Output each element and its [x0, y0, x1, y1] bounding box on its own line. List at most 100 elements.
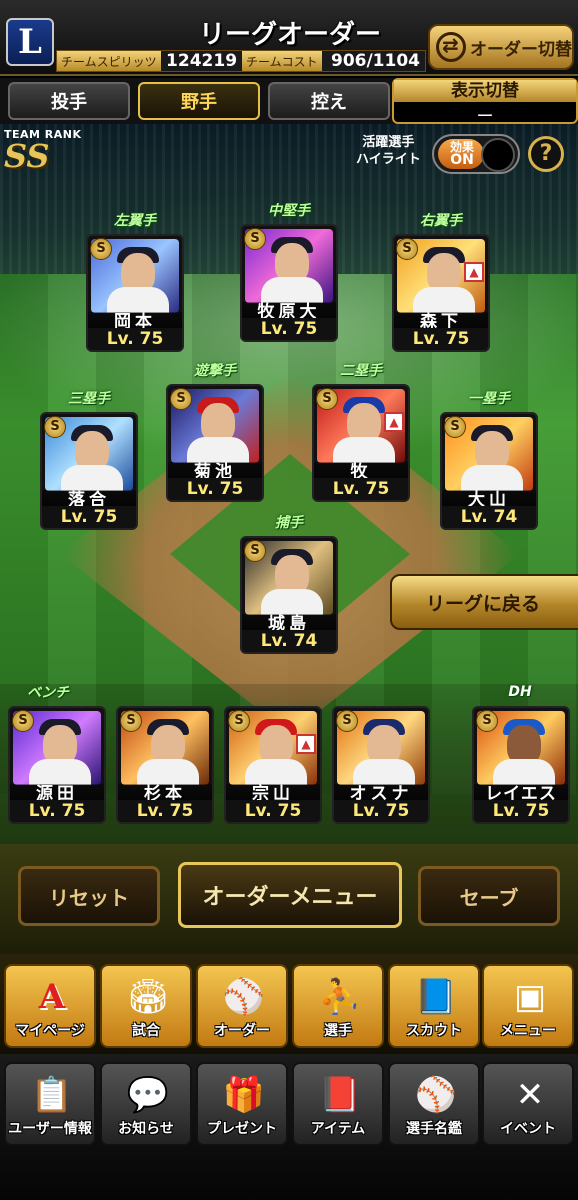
- news-icon: 💬: [126, 1075, 170, 1115]
- team-rank: TEAM RANK SS: [4, 128, 82, 175]
- position-label-lf: 左翼手: [114, 213, 156, 229]
- player-card-cf[interactable]: S 牧原大 Lv. 75: [240, 224, 338, 342]
- save-button[interactable]: セーブ: [418, 866, 560, 926]
- team-spirit-value: 124219: [160, 51, 243, 71]
- nav-news[interactable]: 💬 お知らせ: [100, 1062, 192, 1146]
- position-tabs: 投手 野手 控え 表示切替 ー: [0, 78, 578, 127]
- primary-nav: A マイページ 🏟 試合 ⚾ オーダー ⛹ 選手 📘 スカウト ▣ メニュー: [0, 954, 578, 1054]
- position-label-rf: 右翼手: [420, 213, 462, 229]
- team-spirit-label: チームスピリッツ: [61, 54, 157, 69]
- s-rank-badge: S: [396, 238, 418, 260]
- order-controls: リセット オーダーメニュー セーブ: [0, 844, 578, 954]
- s-rank-badge: S: [90, 238, 112, 260]
- order-switch-button[interactable]: オーダー切替: [428, 24, 574, 70]
- player-level: Lv. 75: [242, 318, 336, 340]
- player-card-catcher[interactable]: S 城島 Lv. 74: [240, 536, 338, 654]
- player-card-rf[interactable]: S ▲ 森下 Lv. 75: [392, 234, 490, 352]
- player-card-bench4[interactable]: S オスナ Lv. 75: [332, 706, 430, 824]
- nav-label: 選手名鑑: [406, 1121, 462, 1137]
- player-card-second[interactable]: S ▲ 牧 Lv. 75: [312, 384, 410, 502]
- nav-mypage[interactable]: A マイページ: [4, 964, 96, 1048]
- player-level: Lv. 75: [314, 478, 408, 500]
- stadium-icon: 🏟: [126, 977, 170, 1017]
- player-card-bench2[interactable]: S 杉本 Lv. 75: [116, 706, 214, 824]
- mypage-icon: A: [38, 977, 66, 1017]
- nav-label: スカウト: [406, 1023, 462, 1039]
- toggle-knob: [481, 138, 515, 172]
- nav-player[interactable]: ⛹ 選手: [292, 964, 384, 1048]
- highlight-label: 活躍選手 ハイライト: [356, 135, 421, 167]
- s-rank-badge: S: [244, 228, 266, 250]
- s-rank-badge: S: [444, 416, 466, 438]
- nav-label: 選手: [324, 1023, 352, 1039]
- nav-label: メニュー: [500, 1023, 556, 1039]
- tab-pitcher[interactable]: 投手: [8, 82, 130, 120]
- team-rank-value: SS: [4, 137, 50, 175]
- header-bar: L リーグオーダー チームスピリッツ 124219 チームコスト 906/110…: [0, 0, 578, 76]
- player-card-ss[interactable]: S 菊池 Lv. 75: [166, 384, 264, 502]
- player-card-first[interactable]: S 大山 Lv. 74: [440, 412, 538, 530]
- tab-fielder[interactable]: 野手: [138, 82, 260, 120]
- player-level: Lv. 75: [10, 800, 104, 822]
- s-rank-badge: S: [44, 416, 66, 438]
- effect-state: ON: [450, 152, 474, 168]
- team-cost-label: チームコスト: [246, 54, 318, 69]
- nav-label: 試合: [132, 1023, 160, 1039]
- player-level: Lv. 75: [474, 800, 568, 822]
- player-card-bench3[interactable]: S ▲ 宗山 Lv. 75: [224, 706, 322, 824]
- s-rank-badge: S: [316, 388, 338, 410]
- player-card-lf[interactable]: S 岡本 Lv. 75: [86, 234, 184, 352]
- nav-label: プレゼント: [207, 1121, 277, 1137]
- order-switch-label: オーダー切替: [470, 39, 572, 60]
- nav-label: オーダー: [214, 1023, 270, 1039]
- present-icon: 🎁: [222, 1075, 266, 1115]
- nav-order[interactable]: ⚾ オーダー: [196, 964, 288, 1048]
- reset-button[interactable]: リセット: [18, 866, 160, 926]
- player-level: Lv. 75: [334, 800, 428, 822]
- team-stats-bar: チームスピリッツ 124219 チームコスト 906/1104: [56, 50, 426, 72]
- return-to-league-button[interactable]: リーグに戻る: [390, 574, 578, 630]
- position-label-ss: 遊撃手: [194, 363, 236, 379]
- effect-toggle[interactable]: 効果 ON: [432, 134, 520, 174]
- level-up-icon: ▲: [296, 734, 316, 754]
- player-level: Lv. 75: [118, 800, 212, 822]
- nav-user-info[interactable]: 📋 ユーザー情報: [4, 1062, 96, 1146]
- page-title: リーグオーダー: [198, 20, 381, 50]
- nav-player-book[interactable]: ⚾ 選手名鑑: [388, 1062, 480, 1146]
- help-button[interactable]: ?: [528, 136, 564, 172]
- position-label-cf: 中堅手: [268, 203, 310, 219]
- menu-icon: ▣: [513, 977, 547, 1017]
- nav-scout[interactable]: 📘 スカウト: [388, 964, 480, 1048]
- display-switch-button[interactable]: 表示切替 ー: [392, 78, 578, 127]
- nav-label: アイテム: [310, 1121, 366, 1137]
- player-level: Lv. 75: [42, 506, 136, 528]
- position-label-dh: DH: [508, 684, 532, 700]
- s-rank-badge: S: [120, 710, 142, 732]
- s-rank-badge: S: [336, 710, 358, 732]
- tab-reserve[interactable]: 控え: [268, 82, 390, 120]
- player-card-dh[interactable]: S レイエス Lv. 75: [472, 706, 570, 824]
- order-menu-button[interactable]: オーダーメニュー: [178, 862, 402, 928]
- position-label-second: 二塁手: [340, 363, 382, 379]
- position-label-first: 一塁手: [468, 391, 510, 407]
- nav-menu[interactable]: ▣ メニュー: [482, 964, 574, 1048]
- player-card-third[interactable]: S 落合 Lv. 75: [40, 412, 138, 530]
- position-label-bench: ベンチ: [27, 685, 69, 701]
- player-level: Lv. 75: [394, 328, 488, 350]
- team-cost-value: 906/1104: [321, 51, 425, 71]
- nav-present[interactable]: 🎁 プレゼント: [196, 1062, 288, 1146]
- s-rank-badge: S: [476, 710, 498, 732]
- player-level: Lv. 75: [88, 328, 182, 350]
- nav-label: マイページ: [15, 1023, 85, 1039]
- nav-item-list[interactable]: 📕 アイテム: [292, 1062, 384, 1146]
- nav-label: ユーザー情報: [8, 1121, 92, 1137]
- user-info-icon: 📋: [30, 1075, 74, 1115]
- nav-game[interactable]: 🏟 試合: [100, 964, 192, 1048]
- nav-event[interactable]: ✕ イベント: [482, 1062, 574, 1146]
- player-icon: ⛹: [318, 977, 362, 1017]
- player-level: Lv. 75: [226, 800, 320, 822]
- player-card-bench1[interactable]: S 源田 Lv. 75: [8, 706, 106, 824]
- nav-label: お知らせ: [118, 1121, 174, 1137]
- secondary-nav: 📋 ユーザー情報 💬 お知らせ 🎁 プレゼント 📕 アイテム ⚾ 選手名鑑 ✕ …: [0, 1054, 578, 1200]
- player-level: Lv. 74: [442, 506, 536, 528]
